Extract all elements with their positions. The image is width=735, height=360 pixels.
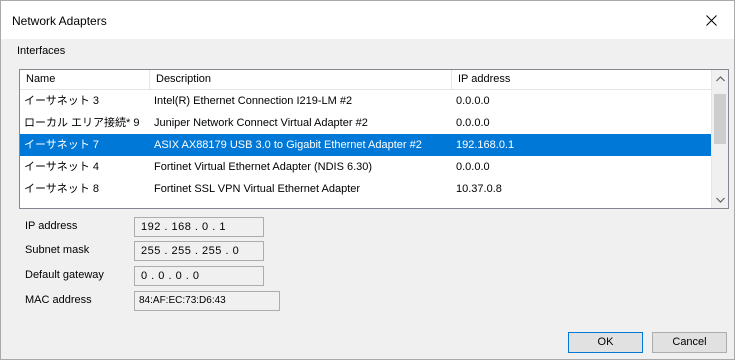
cancel-button[interactable]: Cancel	[652, 332, 727, 353]
list-item[interactable]: イーサネット 8 Fortinet SSL VPN Virtual Ethern…	[20, 178, 712, 200]
chevron-down-icon	[715, 197, 725, 203]
close-icon	[705, 14, 717, 26]
column-header-name[interactable]: Name	[20, 70, 150, 89]
row-description: Fortinet Virtual Ethernet Adapter (NDIS …	[154, 161, 373, 173]
row-ip: 0.0.0.0	[456, 117, 490, 129]
network-adapters-dialog: Network Adapters Interfaces Name Descrip…	[0, 0, 735, 360]
row-description: ASIX AX88179 USB 3.0 to Gigabit Ethernet…	[154, 139, 422, 151]
row-name: イーサネット 4	[24, 161, 99, 173]
list-item[interactable]: イーサネット 3 Intel(R) Ethernet Connection I2…	[20, 90, 712, 112]
subnet-mask-field[interactable]: 255 . 255 . 255 . 0	[134, 241, 264, 261]
interfaces-list[interactable]: Name Description IP address イーサネット 3 Int…	[19, 69, 729, 209]
row-ip: 0.0.0.0	[456, 161, 490, 173]
list-body: イーサネット 3 Intel(R) Ethernet Connection I2…	[20, 90, 712, 208]
row-ip: 0.0.0.0	[456, 95, 490, 107]
chevron-up-icon	[715, 75, 725, 81]
row-ip: 10.37.0.8	[456, 183, 502, 195]
row-description: Intel(R) Ethernet Connection I219-LM #2	[154, 95, 353, 107]
row-name: イーサネット 8	[24, 183, 99, 195]
list-item[interactable]: イーサネット 4 Fortinet Virtual Ethernet Adapt…	[20, 156, 712, 178]
row-description: Fortinet SSL VPN Virtual Ethernet Adapte…	[154, 183, 361, 195]
title-bar: Network Adapters	[1, 1, 734, 39]
row-name: イーサネット 7	[24, 139, 99, 151]
ok-button[interactable]: OK	[568, 332, 643, 353]
ip-address-field[interactable]: 192 . 168 . 0 . 1	[134, 217, 264, 237]
ip-address-label: IP address	[25, 220, 78, 232]
scroll-down-button[interactable]	[712, 191, 728, 208]
mac-address-label: MAC address	[25, 294, 92, 306]
close-button[interactable]	[688, 1, 734, 39]
row-description: Juniper Network Connect Virtual Adapter …	[154, 117, 368, 129]
subnet-mask-label: Subnet mask	[25, 244, 90, 256]
list-item[interactable]: ローカル エリア接続* 9 Juniper Network Connect Vi…	[20, 112, 712, 134]
list-item-selected[interactable]: イーサネット 7 ASIX AX88179 USB 3.0 to Gigabit…	[20, 134, 712, 156]
scrollbar-thumb[interactable]	[714, 94, 726, 144]
interfaces-label: Interfaces	[17, 45, 66, 57]
list-header: Name Description IP address	[20, 70, 712, 90]
vertical-scrollbar[interactable]	[711, 70, 728, 208]
mac-address-field[interactable]: 84:AF:EC:73:D6:43	[134, 291, 280, 311]
dialog-title: Network Adapters	[12, 14, 107, 28]
row-name: イーサネット 3	[24, 95, 99, 107]
row-ip: 192.168.0.1	[456, 139, 515, 151]
scroll-up-button[interactable]	[712, 70, 728, 87]
default-gateway-field[interactable]: 0 . 0 . 0 . 0	[134, 266, 264, 286]
row-name: ローカル エリア接続* 9	[24, 117, 140, 129]
column-header-description[interactable]: Description	[150, 70, 452, 89]
default-gateway-label: Default gateway	[25, 269, 104, 281]
column-header-ip-address[interactable]: IP address	[452, 70, 712, 89]
